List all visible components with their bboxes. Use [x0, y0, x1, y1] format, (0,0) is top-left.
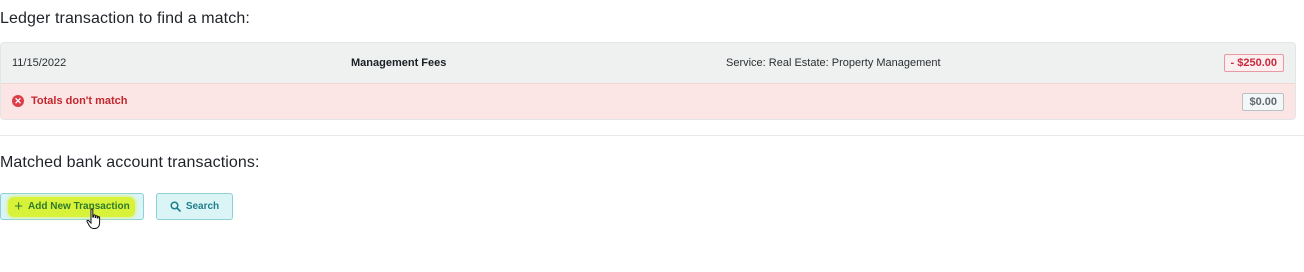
ledger-transaction-card: 11/15/2022 Management Fees Service: Real…: [0, 42, 1296, 120]
error-x-icon: ✕: [12, 95, 24, 107]
transaction-date: 11/15/2022: [12, 57, 67, 69]
search-button-label: Search: [185, 201, 220, 212]
plus-icon: +: [14, 197, 24, 215]
totals-mismatch-message: Totals don't match: [31, 95, 128, 107]
hand-pointer-cursor-icon: [86, 208, 102, 230]
add-new-transaction-label: Add New Transaction: [28, 201, 130, 212]
matched-total-badge: $0.00: [1242, 93, 1284, 111]
search-icon: [170, 201, 181, 212]
totals-mismatch-row: ✕ Totals don't match $0.00: [1, 83, 1295, 119]
add-new-transaction-button[interactable]: + Add New Transaction: [0, 193, 144, 220]
transaction-name: Management Fees: [351, 57, 447, 69]
search-button[interactable]: Search: [156, 193, 233, 220]
transaction-amount-badge: - $250.00: [1223, 54, 1284, 72]
section-divider: [0, 135, 1304, 136]
transaction-category: Service: Real Estate: Property Managemen…: [726, 57, 941, 69]
ledger-section-title: Ledger transaction to find a match:: [0, 10, 250, 27]
matched-section-title: Matched bank account transactions:: [0, 154, 260, 171]
ledger-transaction-row[interactable]: 11/15/2022 Management Fees Service: Real…: [1, 43, 1295, 83]
